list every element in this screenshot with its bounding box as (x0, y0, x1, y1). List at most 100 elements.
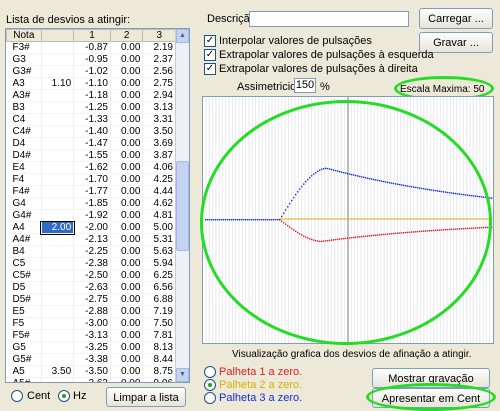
value-cell[interactable] (41, 89, 75, 102)
radio-cent[interactable] (11, 390, 23, 402)
value-cell[interactable] (41, 125, 75, 138)
assimetricidade-input[interactable]: 150 (294, 78, 316, 93)
value-cell[interactable]: 4.81 (142, 209, 176, 222)
note-cell[interactable]: A3 (6, 77, 42, 90)
value-cell[interactable]: 5.00 (142, 221, 176, 234)
value-cell[interactable]: 3.87 (142, 149, 176, 162)
table-row[interactable]: A5 3.50 -3.50 0.00 8.75 (6, 365, 176, 378)
value-cell[interactable] (41, 377, 75, 382)
value-cell[interactable]: -3.63 (73, 377, 111, 382)
value-cell[interactable]: 0.00 (110, 101, 144, 114)
note-cell[interactable]: F5# (6, 329, 42, 342)
value-cell[interactable]: 3.31 (142, 113, 176, 126)
table-row[interactable]: A3# -1.18 0.00 2.94 (6, 89, 176, 102)
value-cell[interactable] (41, 53, 75, 66)
value-cell[interactable]: 0.00 (110, 161, 144, 174)
value-cell[interactable]: 0.00 (110, 173, 144, 186)
note-cell[interactable]: G4# (6, 209, 42, 222)
value-cell[interactable]: -2.00 (73, 221, 111, 234)
note-cell[interactable]: B4 (6, 245, 42, 258)
value-cell[interactable] (41, 329, 75, 342)
clear-list-button[interactable]: Limpar a lista (106, 387, 186, 407)
value-cell[interactable] (41, 305, 75, 318)
column-header[interactable] (40, 29, 75, 42)
table-row[interactable]: E4 -1.62 0.00 4.06 (6, 161, 176, 174)
table-row[interactable]: B4 -2.25 0.00 5.63 (6, 245, 176, 258)
value-cell[interactable]: 3.50 (41, 365, 75, 378)
value-cell[interactable]: -3.00 (73, 317, 111, 330)
table-row[interactable]: G5 -3.25 0.00 8.13 (6, 341, 176, 354)
value-cell[interactable] (41, 149, 75, 162)
note-cell[interactable]: F5 (6, 317, 42, 330)
vertical-scrollbar[interactable]: ▲ ▼ (175, 29, 189, 382)
value-cell[interactable]: -3.13 (73, 329, 111, 342)
value-cell[interactable]: 0.00 (110, 233, 144, 246)
note-cell[interactable]: G3 (6, 53, 42, 66)
value-cell[interactable]: 8.13 (142, 341, 176, 354)
radio-palheta-2[interactable] (204, 379, 216, 391)
value-cell[interactable]: 2.37 (142, 53, 176, 66)
value-cell[interactable]: 8.44 (142, 353, 176, 366)
value-cell[interactable]: 0.00 (110, 89, 144, 102)
note-cell[interactable]: D5# (6, 293, 42, 306)
table-row[interactable]: C5 -2.38 0.00 5.94 (6, 257, 176, 270)
value-cell[interactable]: -3.50 (73, 365, 111, 378)
column-header[interactable]: Nota (6, 29, 42, 42)
value-cell[interactable]: 0.00 (110, 317, 144, 330)
value-cell[interactable]: 0.00 (110, 125, 144, 138)
value-cell[interactable]: 0.00 (110, 269, 144, 282)
table-row[interactable]: C4# -1.40 0.00 3.50 (6, 125, 176, 138)
table-row[interactable]: G4 -1.85 0.00 4.62 (6, 197, 176, 210)
note-cell[interactable]: D4 (6, 137, 42, 150)
value-cell[interactable]: 3.13 (142, 101, 176, 114)
value-cell[interactable]: -1.18 (73, 89, 111, 102)
table-row[interactable]: G4# -1.92 0.00 4.81 (6, 209, 176, 222)
value-cell[interactable]: 0.00 (110, 65, 144, 78)
value-cell[interactable] (41, 209, 75, 222)
note-cell[interactable]: G3# (6, 65, 42, 78)
interpolar-checkbox[interactable]: ✓ (204, 35, 216, 47)
value-cell[interactable] (41, 173, 75, 186)
value-cell[interactable]: 8.75 (142, 365, 176, 378)
note-cell[interactable]: A4 (6, 221, 42, 234)
value-cell[interactable]: 0.00 (110, 197, 144, 210)
value-cell[interactable]: 0.00 (110, 53, 144, 66)
carregar-button[interactable]: Carregar ... (419, 8, 493, 29)
value-cell[interactable]: 7.19 (142, 305, 176, 318)
note-cell[interactable]: B3 (6, 101, 42, 114)
value-cell[interactable] (41, 65, 75, 78)
value-cell[interactable] (41, 257, 75, 270)
value-cell[interactable]: 2.94 (142, 89, 176, 102)
table-row[interactable]: D4 -1.47 0.00 3.69 (6, 137, 176, 150)
value-cell[interactable]: 0.00 (110, 137, 144, 150)
table-row[interactable]: F4# -1.77 0.00 4.44 (6, 185, 176, 198)
value-cell[interactable]: 2.56 (142, 65, 176, 78)
value-cell[interactable]: -1.55 (73, 149, 111, 162)
value-cell[interactable]: 4.44 (142, 185, 176, 198)
value-cell[interactable]: 0.00 (110, 257, 144, 270)
value-cell[interactable] (41, 281, 75, 294)
value-cell[interactable] (41, 197, 75, 210)
value-cell[interactable]: 1.10 (41, 77, 75, 90)
table-row[interactable]: C5# -2.50 0.00 6.25 (6, 269, 176, 282)
note-cell[interactable]: C5# (6, 269, 42, 282)
extrapolar-esq-checkbox[interactable]: ✓ (204, 49, 216, 61)
value-cell[interactable]: 3.50 (142, 125, 176, 138)
value-cell[interactable]: -3.25 (73, 341, 111, 354)
value-cell[interactable]: 0.00 (110, 245, 144, 258)
scroll-down-arrow-icon[interactable]: ▼ (176, 368, 189, 382)
value-cell[interactable]: 0.00 (110, 209, 144, 222)
value-cell[interactable] (41, 341, 75, 354)
value-cell[interactable] (41, 137, 75, 150)
value-cell[interactable]: -1.25 (73, 101, 111, 114)
note-cell[interactable]: E4 (6, 161, 42, 174)
table-row[interactable]: D5# -2.75 0.00 6.88 (6, 293, 176, 306)
note-cell[interactable]: C4 (6, 113, 42, 126)
value-cell[interactable]: 7.81 (142, 329, 176, 342)
table-row[interactable]: F5# -3.13 0.00 7.81 (6, 329, 176, 342)
table-row[interactable]: F4 -1.70 0.00 4.25 (6, 173, 176, 186)
deviation-table[interactable]: Nota 1 2 3 F3# -0.87 0.00 2.19 G3 -0.95 0.00 2.37 G… (5, 28, 190, 383)
note-cell[interactable]: G5 (6, 341, 42, 354)
column-header[interactable]: 2 (109, 29, 144, 42)
table-row[interactable]: G3 -0.95 0.00 2.37 (6, 53, 176, 66)
